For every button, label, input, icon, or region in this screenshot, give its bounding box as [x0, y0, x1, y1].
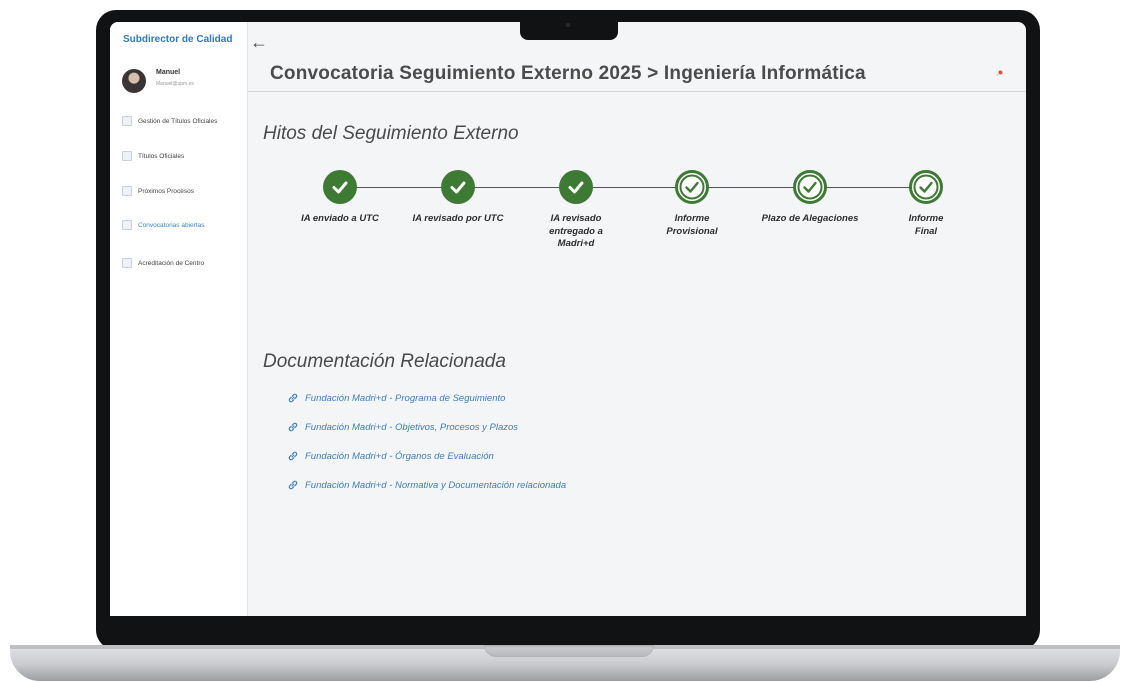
- user-email: Manuel@upm.es: [156, 81, 194, 87]
- check-circle-icon: [909, 170, 943, 204]
- laptop-opening-groove: [484, 645, 654, 657]
- link-icon: [288, 480, 298, 490]
- milestone-plazo-alegaciones: Plazo de Alegaciones: [750, 170, 870, 226]
- doc-link-normativa[interactable]: Fundación Madri+d - Normativa y Document…: [287, 479, 566, 491]
- link-icon: [288, 393, 298, 403]
- document-icon: [122, 186, 132, 196]
- camera-icon: [566, 23, 570, 27]
- back-arrow-icon[interactable]: ←: [250, 33, 268, 51]
- doc-link-objetivos-procesos[interactable]: Fundación Madri+d - Objetivos, Procesos …: [287, 421, 518, 433]
- link-icon: [288, 451, 298, 461]
- document-icon: [122, 151, 132, 161]
- sidebar-item-label: Próximos Procesos: [138, 187, 194, 195]
- camera-notch: [520, 14, 618, 40]
- sidebar-item-gestion-titulos[interactable]: Gestión de Títulos Oficiales: [122, 116, 217, 126]
- milestone-informe-final: Informe Final: [866, 170, 986, 238]
- check-icon: [559, 170, 593, 204]
- document-icon: [122, 116, 132, 126]
- milestone-ia-enviado: IA enviado a UTC: [280, 170, 400, 226]
- sidebar-title: Subdirector de Calidad: [123, 34, 233, 45]
- doc-link-label: Fundación Madri+d - Normativa y Document…: [305, 479, 567, 491]
- milestone-informe-provisional: Informe Provisional: [632, 170, 752, 238]
- sidebar: Subdirector de Calidad Manuel Manuel@upm…: [110, 22, 248, 616]
- sidebar-item-acreditacion-centro[interactable]: Acreditación de Centro: [122, 258, 204, 268]
- doc-link-label: Fundación Madri+d - Programa de Seguimie…: [305, 392, 506, 404]
- doc-link-organos-evaluacion[interactable]: Fundación Madri+d - Órganos de Evaluació…: [287, 450, 494, 462]
- sidebar-item-convocatorias-abiertas[interactable]: Convocatorias abiertas: [122, 220, 204, 230]
- check-icon: [323, 170, 357, 204]
- avatar[interactable]: [122, 69, 146, 93]
- sidebar-item-proximos-procesos[interactable]: Próximos Procesos: [122, 186, 194, 196]
- milestone-label: Plazo de Alegaciones: [761, 213, 859, 224]
- link-icon: [288, 422, 298, 432]
- milestone-label: Informe Final: [908, 213, 944, 237]
- sidebar-item-label: Títulos Oficiales: [138, 152, 185, 160]
- milestones-title: Hitos del Seguimiento Externo: [263, 123, 519, 144]
- user-name: Manuel: [156, 69, 181, 76]
- milestone-ia-revisado-utc: IA revisado por UTC: [398, 170, 518, 226]
- milestone-label: IA revisado entregado a Madri+d: [549, 213, 603, 249]
- sidebar-item-titulos-oficiales[interactable]: Títulos Oficiales: [122, 151, 184, 161]
- check-icon: [441, 170, 475, 204]
- page-title: Convocatoria Seguimiento Externo 2025 > …: [270, 63, 866, 84]
- doc-link-programa-seguimiento[interactable]: Fundación Madri+d - Programa de Seguimie…: [287, 392, 505, 404]
- sidebar-item-label: Convocatorias abiertas: [138, 221, 205, 229]
- documentation-title: Documentación Relacionada: [263, 351, 506, 372]
- check-circle-icon: [675, 170, 709, 204]
- doc-link-label: Fundación Madri+d - Órganos de Evaluació…: [305, 450, 494, 462]
- document-icon: [122, 220, 132, 230]
- milestone-ia-entregado: IA revisado entregado a Madri+d: [516, 170, 636, 251]
- check-circle-icon: [793, 170, 827, 204]
- sidebar-item-label: Gestión de Títulos Oficiales: [138, 117, 218, 125]
- notification-icon[interactable]: [996, 68, 1005, 77]
- header-divider: [248, 91, 1026, 92]
- document-icon: [122, 258, 132, 268]
- sidebar-item-label: Acreditación de Centro: [138, 259, 205, 267]
- app-screen: Subdirector de Calidad Manuel Manuel@upm…: [110, 22, 1026, 616]
- milestone-label: IA enviado a UTC: [301, 213, 379, 224]
- milestone-label: Informe Provisional: [666, 213, 718, 237]
- milestone-label: IA revisado por UTC: [412, 213, 504, 224]
- doc-link-label: Fundación Madri+d - Objetivos, Procesos …: [305, 421, 519, 433]
